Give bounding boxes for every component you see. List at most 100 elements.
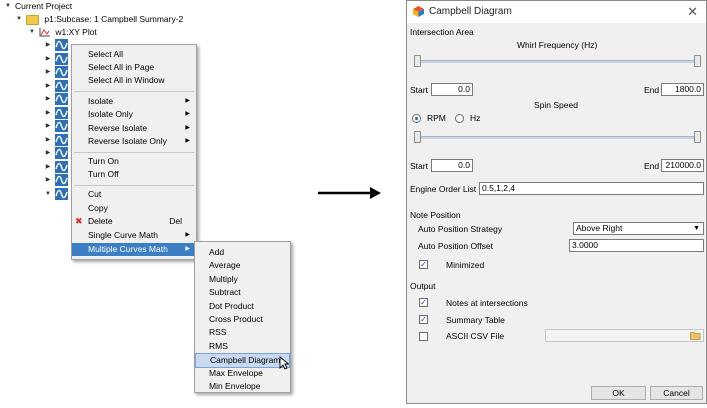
menu-copy[interactable]: Copy xyxy=(72,202,196,215)
submenu-item-rss[interactable]: RSS xyxy=(195,326,290,339)
hz-radio[interactable] xyxy=(455,114,464,123)
tree-root-label: Current Project xyxy=(15,1,73,11)
submenu-arrow-icon: ▶ xyxy=(185,232,190,238)
submenu-arrow-icon: ▶ xyxy=(185,138,190,144)
right-arrow-icon xyxy=(318,187,381,199)
expand-arrow-icon[interactable]: ▶ xyxy=(44,134,52,146)
summary-checkbox[interactable]: ✓ xyxy=(419,315,428,324)
submenu-item-subtract[interactable]: Subtract xyxy=(195,286,290,299)
curve-icon[interactable] xyxy=(55,160,68,173)
whirl-slider-min-thumb[interactable] xyxy=(414,55,421,67)
expand-arrow-icon[interactable]: ▼ xyxy=(4,0,12,12)
folder-open-icon[interactable] xyxy=(690,331,701,340)
auto-strategy-select[interactable]: Above Right ▼ xyxy=(573,222,704,235)
expand-arrow-icon[interactable]: ▶ xyxy=(44,39,52,51)
menu-reverse-isolate[interactable]: Reverse Isolate ▶ xyxy=(72,122,196,135)
delete-x-icon: ✖ xyxy=(75,216,83,226)
dialog-titlebar: Campbell Diagram ✕ xyxy=(407,1,706,23)
tree-plot-label: w1:XY Plot xyxy=(55,27,97,37)
rpm-radio[interactable] xyxy=(412,114,421,123)
ascii-checkbox[interactable] xyxy=(419,332,428,341)
whirl-slider-max-thumb[interactable] xyxy=(694,55,701,67)
submenu-item-min-envelope[interactable]: Min Envelope xyxy=(195,380,290,393)
whirl-start-label: Start xyxy=(410,85,428,95)
curve-icon[interactable] xyxy=(55,52,68,65)
menu-select-all[interactable]: Select All xyxy=(72,48,196,61)
tree-plot[interactable]: ▼ w1:XY Plot xyxy=(28,26,97,38)
menu-delete[interactable]: ✖ Delete Del xyxy=(72,215,196,228)
notes-checkbox[interactable]: ✓ xyxy=(419,298,428,307)
submenu-item-dot-product[interactable]: Dot Product xyxy=(195,300,290,313)
expand-arrow-icon[interactable]: ▶ xyxy=(44,107,52,119)
spin-start-input[interactable]: 0.0 xyxy=(431,159,473,172)
submenu-item-cross-product[interactable]: Cross Product xyxy=(195,313,290,326)
hz-label: Hz xyxy=(470,113,481,123)
curve-icon[interactable] xyxy=(55,106,68,119)
auto-offset-label: Auto Position Offset xyxy=(418,241,493,251)
cancel-button[interactable]: Cancel xyxy=(650,386,703,400)
expand-arrow-icon[interactable]: ▶ xyxy=(44,80,52,92)
menu-isolate-only[interactable]: Isolate Only ▶ xyxy=(72,108,196,121)
menu-select-all-in-page[interactable]: Select All in Page xyxy=(72,61,196,74)
menu-select-all-in-window[interactable]: Select All in Window xyxy=(72,74,196,87)
engine-order-label: Engine Order List xyxy=(410,184,477,194)
auto-strategy-value: Above Right xyxy=(576,223,623,233)
expand-arrow-icon[interactable]: ▶ xyxy=(44,53,52,65)
curve-icon[interactable] xyxy=(55,133,68,146)
curve-icon[interactable] xyxy=(55,187,68,200)
submenu-arrow-icon: ▶ xyxy=(185,111,190,117)
ok-button[interactable]: OK xyxy=(591,386,646,400)
ascii-file-input[interactable] xyxy=(545,329,704,342)
curve-icon[interactable] xyxy=(55,120,68,132)
spin-slider-track[interactable] xyxy=(415,136,700,139)
menu-separator xyxy=(74,152,194,153)
curve-icon[interactable] xyxy=(55,66,68,78)
submenu-item-rms[interactable]: RMS xyxy=(195,340,290,353)
context-menu: Select All Select All in Page Select All… xyxy=(71,44,197,260)
menu-single-curve-math[interactable]: Single Curve Math ▶ xyxy=(72,229,196,242)
submenu-item-multiply[interactable]: Multiply xyxy=(195,273,290,286)
summary-label: Summary Table xyxy=(446,315,505,325)
close-icon[interactable]: ✕ xyxy=(687,4,698,20)
dialog-title: Campbell Diagram xyxy=(429,6,512,17)
whirl-end-label: End xyxy=(644,85,660,95)
curve-icon[interactable] xyxy=(55,39,68,51)
mouse-cursor-icon xyxy=(279,356,289,370)
submenu-item-max-envelope[interactable]: Max Envelope xyxy=(195,367,290,380)
campbell-dialog: Campbell Diagram ✕ Intersection Area Whi… xyxy=(406,0,707,404)
menu-reverse-isolate-only[interactable]: Reverse Isolate Only ▶ xyxy=(72,135,196,148)
expand-arrow-icon[interactable]: ▶ xyxy=(44,174,52,186)
curve-icon[interactable] xyxy=(55,147,68,159)
whirl-end-input[interactable]: 1800.0 xyxy=(661,83,704,96)
spin-end-input[interactable]: 210000.0 xyxy=(661,159,704,172)
expand-arrow-icon[interactable]: ▼ xyxy=(28,26,36,38)
spin-slider-max-thumb[interactable] xyxy=(694,131,701,143)
expand-arrow-icon[interactable]: ▶ xyxy=(44,66,52,78)
curve-icon[interactable] xyxy=(55,174,68,186)
submenu-item-average[interactable]: Average xyxy=(195,259,290,272)
menu-isolate[interactable]: Isolate ▶ xyxy=(72,95,196,108)
submenu-item-add[interactable]: Add xyxy=(195,246,290,259)
expand-arrow-icon[interactable]: ▶ xyxy=(44,147,52,159)
expand-arrow-icon[interactable]: ▶ xyxy=(44,93,52,105)
menu-multiple-curves-math[interactable]: Multiple Curves Math ▶ xyxy=(72,243,196,256)
menu-turn-on[interactable]: Turn On xyxy=(72,155,196,168)
auto-offset-input[interactable]: 3.0000 xyxy=(569,239,704,252)
tree-root[interactable]: ▼ Current Project xyxy=(4,0,72,12)
curve-icon[interactable] xyxy=(55,79,68,92)
engine-order-input[interactable]: 0.5,1,2,4 xyxy=(479,182,704,195)
curve-icon[interactable] xyxy=(55,93,68,105)
tree-subcase[interactable]: ▼ p1:Subcase: 1 Campbell Summary-2 xyxy=(15,13,183,25)
minimized-checkbox[interactable]: ✓ xyxy=(419,260,428,269)
expand-arrow-icon[interactable]: ▶ xyxy=(44,161,52,173)
whirl-start-input[interactable]: 0.0 xyxy=(431,83,473,96)
whirl-slider-track[interactable] xyxy=(415,60,700,63)
menu-turn-off[interactable]: Turn Off xyxy=(72,168,196,181)
app-logo-icon xyxy=(413,6,424,17)
spin-slider-min-thumb[interactable] xyxy=(414,131,421,143)
menu-cut[interactable]: Cut xyxy=(72,188,196,201)
expand-arrow-icon[interactable]: ▼ xyxy=(15,13,23,25)
expand-arrow-icon[interactable]: ▶ xyxy=(44,120,52,132)
delete-shortcut: Del xyxy=(169,216,182,226)
expand-arrow-icon[interactable]: ▼ xyxy=(44,188,52,200)
